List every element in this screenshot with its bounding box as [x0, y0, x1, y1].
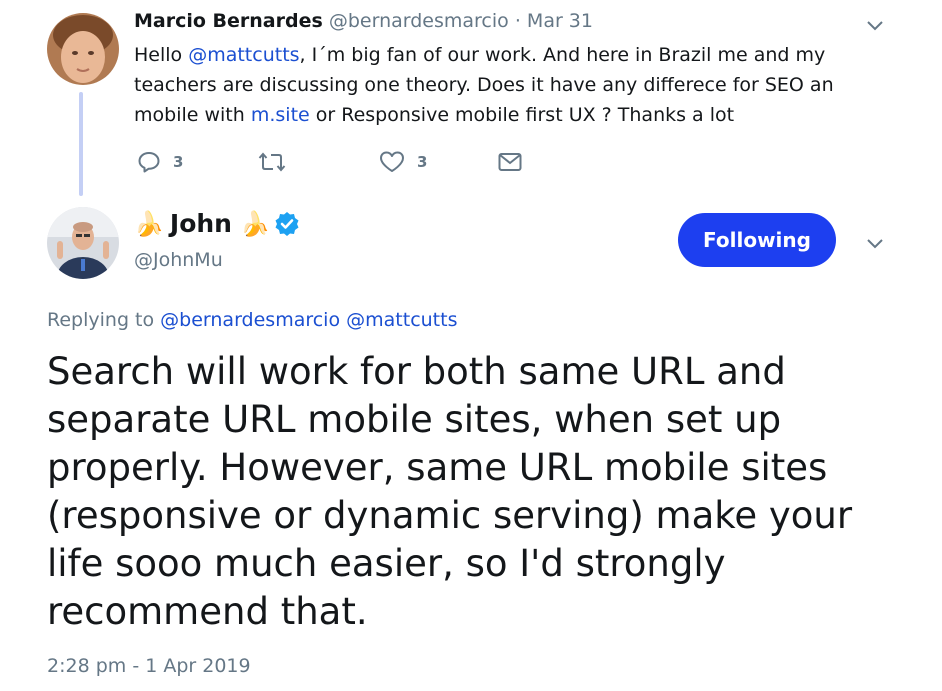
banana-emoji: 🍌: [134, 209, 164, 238]
reply-text-part: or Responsive mobile first UX ? Thanks a…: [309, 104, 735, 126]
dm-icon: [498, 153, 522, 171]
like-count: 3: [417, 153, 428, 171]
mention-mattcutts[interactable]: @mattcutts: [188, 44, 299, 66]
replying-mention-mattcutts[interactable]: @mattcutts: [346, 309, 457, 331]
msite-link[interactable]: m.site: [251, 104, 310, 126]
avatar-marcio[interactable]: [47, 13, 119, 85]
reply-author-handle[interactable]: @bernardesmarcio: [329, 10, 509, 32]
replying-label: Replying to: [47, 309, 161, 331]
chevron-down-icon[interactable]: [866, 238, 884, 250]
reply-count: 3: [173, 153, 184, 171]
retweet-action[interactable]: [258, 150, 298, 174]
avatar-john[interactable]: [47, 207, 119, 279]
main-author-name[interactable]: John: [170, 209, 232, 238]
reply-author-name[interactable]: Marcio Bernardes: [134, 10, 323, 32]
main-tweet-text: Search will work for both same URL and s…: [47, 350, 853, 633]
retweet-icon: [258, 152, 286, 172]
header-separator: ·: [514, 10, 521, 32]
reply-tweet-header: Marcio Bernardes @bernardesmarcio · Mar …: [134, 10, 593, 32]
reply-text-part: Hello: [134, 44, 189, 66]
thread-connector-line: [79, 92, 83, 196]
reply-tweet-text: Hello @mattcutts, I´m big fan of our wor…: [134, 40, 904, 130]
replying-mention-bernardesmarcio[interactable]: @bernardesmarcio: [160, 309, 340, 331]
dm-action[interactable]: [498, 152, 522, 172]
tweet-timestamp[interactable]: 2:28 pm - 1 Apr 2019: [47, 655, 251, 677]
chevron-down-icon[interactable]: [866, 20, 884, 32]
banana-emoji: 🍌: [239, 209, 270, 238]
like-action[interactable]: 3: [379, 150, 427, 174]
following-button[interactable]: Following: [678, 213, 836, 267]
main-author-handle[interactable]: @JohnMu: [134, 249, 223, 271]
like-icon: [380, 151, 404, 172]
verified-badge-icon: [275, 211, 299, 236]
reply-icon: [138, 152, 160, 173]
main-author-name-row[interactable]: 🍌 John 🍌: [134, 209, 300, 238]
replying-to-line: Replying to @bernardesmarcio @mattcutts: [47, 309, 457, 331]
reply-action[interactable]: 3: [137, 150, 183, 174]
reply-date[interactable]: Mar 31: [527, 10, 593, 32]
